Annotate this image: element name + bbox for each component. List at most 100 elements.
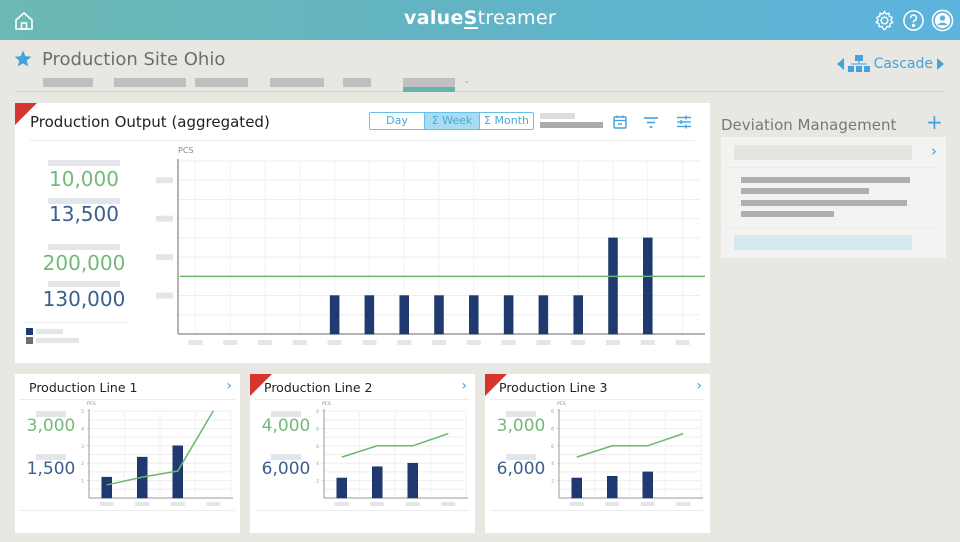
header-actions	[873, 9, 954, 32]
top-bar: valueStreamer	[0, 0, 960, 40]
calendar-icon[interactable]	[612, 114, 628, 130]
bar	[364, 295, 375, 335]
bar	[642, 471, 653, 499]
y-axis-label: PCS	[178, 146, 194, 155]
hierarchy-icon	[847, 55, 870, 72]
production-line-3-card[interactable]: Production Line 3 › 3,000 6,000 2 4 6 8 10PC…	[485, 374, 710, 533]
legend-label-placeholder	[36, 338, 79, 343]
kpi-target-week: 10,000	[49, 167, 119, 191]
card-divider	[30, 140, 695, 141]
line-chevron-icon[interactable]: ›	[461, 378, 467, 394]
card-title: Production Output (aggregated)	[30, 113, 270, 131]
kpi-target-total: 200,000	[42, 251, 126, 275]
tab-6-active[interactable]	[403, 78, 455, 92]
x-tick-label-placeholder	[640, 502, 655, 506]
star-icon[interactable]	[13, 49, 33, 69]
production-line-1-card[interactable]: Production Line 1 › 3,000 1,500 1 2 3 4 5 PCS	[15, 374, 240, 533]
y-tick-label-placeholder	[156, 177, 173, 184]
legend-label-placeholder	[36, 329, 63, 334]
card-divider	[255, 510, 470, 511]
date-range-label-placeholder	[540, 113, 575, 119]
y-tick-label: 3	[81, 444, 84, 450]
add-deviation-button[interactable]: +	[926, 112, 943, 132]
period-week-button[interactable]: Σ Week	[424, 113, 479, 129]
prev-arrow-icon[interactable]	[836, 58, 844, 70]
production-line-2-card[interactable]: Production Line 2 › 4,000 6,000 2 4 6 8 10PC…	[250, 374, 475, 533]
bar	[336, 477, 347, 499]
tab-1[interactable]	[43, 78, 93, 87]
y-axis-label: PCS	[322, 401, 331, 407]
y-axis-label: PCS	[87, 401, 96, 407]
x-tick-label-placeholder	[188, 340, 203, 345]
card-divider	[490, 399, 705, 400]
y-tick-label: 5	[81, 409, 84, 415]
y-tick-label: 4	[316, 461, 319, 467]
kpi-label-placeholder	[48, 160, 120, 166]
x-tick-label-placeholder	[676, 502, 691, 506]
line-chevron-icon[interactable]: ›	[696, 378, 702, 394]
period-month-button[interactable]: Σ Month	[479, 113, 533, 129]
x-tick-label-placeholder	[99, 502, 114, 506]
line-3-chart: 2 4 6 8 10PCS	[551, 401, 703, 506]
bar	[329, 295, 340, 335]
x-tick-label-placeholder	[223, 340, 238, 345]
y-tick-label: 2	[551, 479, 554, 485]
x-tick-label-placeholder	[569, 502, 584, 506]
bar	[538, 295, 549, 335]
help-icon[interactable]	[902, 9, 925, 32]
x-tick-label-placeholder	[135, 502, 150, 506]
x-tick-label-placeholder	[501, 340, 516, 345]
deviation-title: Deviation Management	[721, 116, 897, 134]
tab-2[interactable]	[114, 78, 186, 87]
y-tick-label-placeholder	[156, 254, 173, 261]
line-chevron-icon[interactable]: ›	[226, 378, 232, 394]
next-arrow-icon[interactable]	[937, 58, 944, 70]
line-title: Production Line 1	[29, 380, 138, 395]
line-title: Production Line 3	[499, 380, 608, 395]
x-tick-label-placeholder	[571, 340, 586, 345]
line-2-chart: 2 4 6 8 10PCS	[316, 401, 468, 506]
period-selector: Day Σ Week Σ Month	[369, 112, 534, 130]
cascade-label[interactable]: Cascade	[874, 56, 933, 72]
settings-sliders-icon[interactable]	[676, 114, 692, 130]
deviation-divider	[726, 167, 941, 168]
y-axis-label: PCS	[557, 401, 566, 407]
deviation-panel: ›	[721, 137, 946, 258]
filter-icon[interactable]	[643, 114, 659, 130]
line-actual: 1,500	[26, 459, 76, 479]
production-output-card: Production Output (aggregated) Day Σ Wee…	[15, 103, 710, 363]
cascade-nav[interactable]: Cascade	[836, 55, 944, 73]
x-tick-label-placeholder	[292, 340, 307, 345]
x-tick-label-placeholder	[258, 340, 272, 345]
deviation-text-line	[741, 188, 869, 194]
tab-4[interactable]	[270, 78, 324, 87]
deviation-chevron-icon[interactable]: ›	[931, 142, 937, 160]
y-tick-label: 2	[81, 461, 84, 467]
card-divider	[20, 510, 235, 511]
tab-5[interactable]	[343, 78, 371, 87]
y-tick-label: 4	[81, 426, 84, 432]
x-tick-label-placeholder	[605, 502, 620, 506]
line-1-chart: 1 2 3 4 5PCS	[81, 401, 233, 506]
user-icon[interactable]	[931, 9, 954, 32]
x-tick-label-placeholder	[397, 340, 412, 345]
tabs-more-chevron-icon[interactable]: ⌄	[463, 76, 471, 86]
bar	[399, 295, 409, 335]
deviation-item-header-placeholder[interactable]	[734, 145, 912, 160]
bar	[372, 466, 383, 499]
y-tick-label: 10	[316, 409, 319, 415]
y-tick-label: 1	[81, 479, 84, 485]
bar	[643, 237, 653, 335]
bar	[407, 462, 418, 499]
gear-icon[interactable]	[873, 9, 896, 32]
tab-3[interactable]	[195, 78, 248, 87]
card-divider	[20, 399, 235, 400]
bar	[607, 476, 618, 499]
deviation-text-line	[741, 200, 907, 206]
line-actual: 6,000	[261, 459, 311, 479]
bar	[608, 237, 618, 335]
date-range-value-placeholder[interactable]	[540, 122, 603, 128]
y-tick-label: 2	[316, 479, 319, 485]
deviation-action-placeholder[interactable]	[734, 235, 912, 250]
period-day-button[interactable]: Day	[370, 113, 424, 129]
